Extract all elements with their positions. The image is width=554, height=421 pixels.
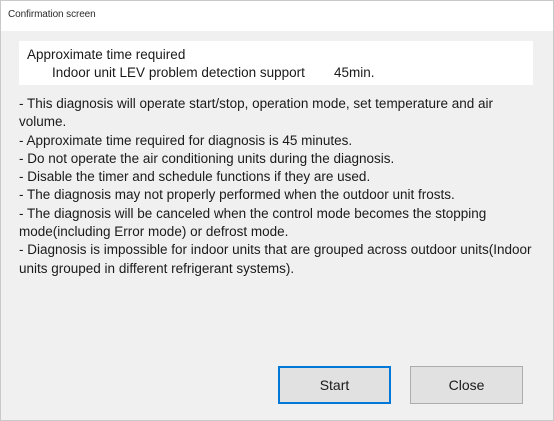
note-item: - Approximate time required for diagnosi… [19, 132, 353, 148]
start-button[interactable]: Start [278, 366, 391, 404]
note-item: - The diagnosis may not properly perform… [19, 187, 455, 203]
note-item: - The diagnosis will be canceled when th… [19, 205, 487, 240]
diagnosis-notes: - This diagnosis will operate start/stop… [19, 95, 533, 278]
dialog-body: Approximate time required Indoor unit LE… [13, 31, 541, 404]
note-item: - Do not operate the air conditioning un… [19, 150, 395, 166]
note-item: - Diagnosis is impossible for indoor uni… [19, 242, 532, 276]
window-title: Confirmation screen [8, 9, 96, 20]
time-required-heading: Approximate time required [27, 47, 186, 62]
diagnosis-time-value: 45min. [334, 65, 375, 80]
confirmation-dialog: Confirmation screen Approximate time req… [0, 0, 554, 421]
close-button[interactable]: Close [410, 366, 523, 404]
diagnosis-item-label: Indoor unit LEV problem detection suppor… [52, 65, 305, 80]
note-item: - Disable the timer and schedule functio… [19, 169, 371, 185]
note-item: - This diagnosis will operate start/stop… [19, 96, 493, 130]
title-bar: Confirmation screen [1, 1, 553, 31]
time-required-panel: Approximate time required Indoor unit LE… [19, 41, 533, 85]
time-required-row: Indoor unit LEV problem detection suppor… [52, 65, 375, 80]
